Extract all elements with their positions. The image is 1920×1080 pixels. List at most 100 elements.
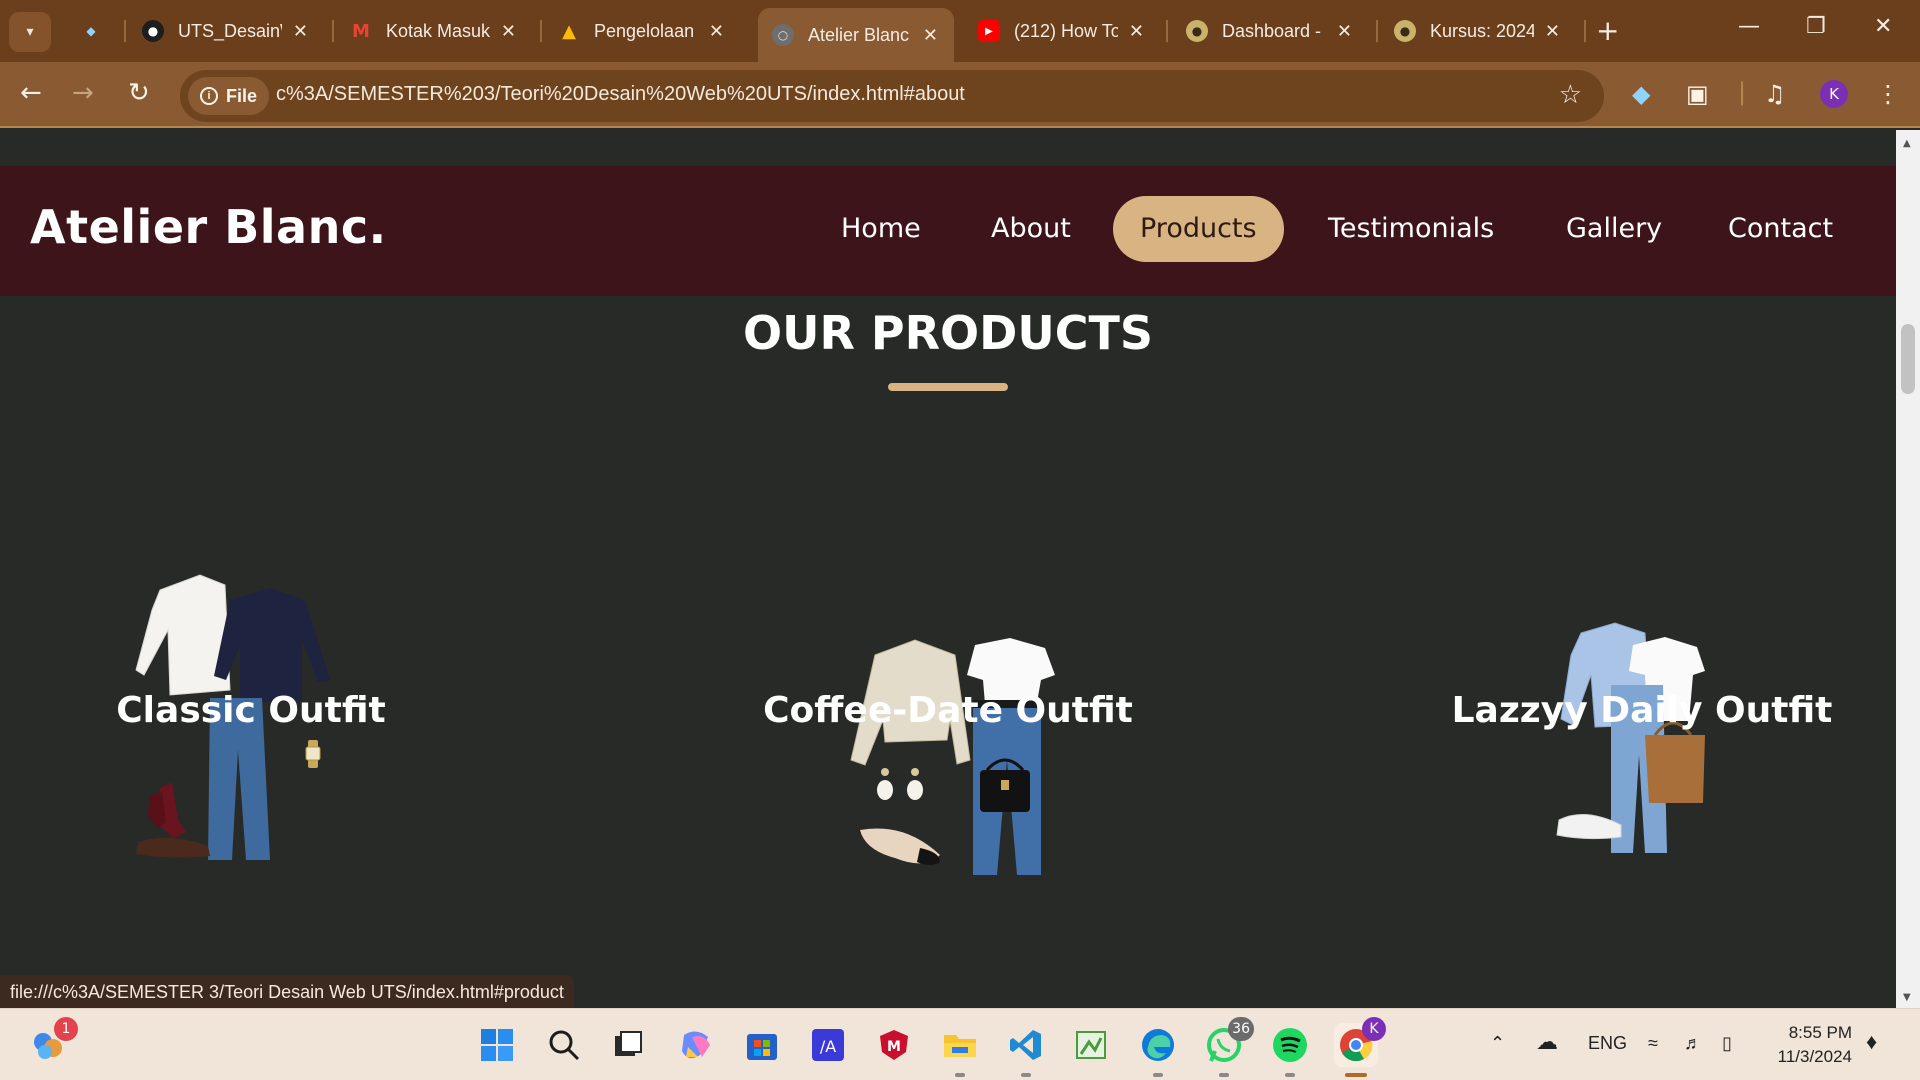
close-icon[interactable]: ✕: [293, 21, 308, 42]
lazzyy-daily-outfit-image[interactable]: [1555, 615, 1735, 855]
coffee-date-outfit-image[interactable]: [845, 630, 1065, 880]
extension-diamond-icon[interactable]: ◆: [1632, 80, 1650, 108]
page-scrollbar[interactable]: ▲ ▼: [1896, 130, 1920, 1008]
wifi-icon[interactable]: ≈: [1648, 1033, 1658, 1054]
tab-7[interactable]: ● Kursus: 2024 ✕: [1380, 8, 1576, 54]
volume-icon[interactable]: ♬: [1684, 1033, 1702, 1054]
tab-title: Kotak Masuk: [386, 20, 490, 41]
restore-icon[interactable]: ❐: [1806, 14, 1826, 39]
running-indicator: [1021, 1073, 1031, 1077]
tab-title: Atelier Blanc: [808, 24, 910, 45]
nav-link-gallery[interactable]: Gallery: [1539, 196, 1689, 262]
university-icon: ●: [1186, 20, 1208, 42]
site-navbar: Atelier Blanc. Home About Products Testi…: [0, 166, 1896, 296]
battery-icon[interactable]: ▯: [1722, 1033, 1732, 1054]
tab-separator: [1376, 20, 1378, 42]
nav-link-about[interactable]: About: [964, 196, 1098, 262]
site-info-chip[interactable]: i File: [188, 77, 270, 115]
reload-icon[interactable]: ↻: [128, 78, 150, 108]
back-arrow-icon[interactable]: ←: [20, 78, 42, 108]
product-name: Coffee-Date Outfit: [763, 690, 1133, 731]
tab-2[interactable]: M Kotak Masuk ✕: [336, 8, 532, 54]
info-icon: i: [200, 87, 218, 105]
search-icon[interactable]: [542, 1023, 586, 1067]
windows-start-icon[interactable]: [475, 1023, 519, 1067]
tab-3[interactable]: ▲ Pengelolaan ✕: [544, 8, 740, 54]
pinned-tab[interactable]: ◆: [66, 8, 126, 54]
close-icon[interactable]: ✕: [1129, 21, 1144, 42]
tab-title: (212) How To: [1014, 20, 1118, 41]
spotify-icon[interactable]: [1268, 1023, 1312, 1077]
profile-avatar[interactable]: K: [1820, 80, 1848, 108]
nav-link-testimonials[interactable]: Testimonials: [1301, 196, 1521, 262]
chrome-icon[interactable]: K: [1334, 1017, 1386, 1077]
window-close-icon[interactable]: ✕: [1874, 14, 1892, 39]
nav-link-home[interactable]: Home: [814, 196, 948, 262]
paint-app-icon[interactable]: [1070, 1023, 1114, 1067]
file-label: File: [226, 85, 258, 106]
close-icon[interactable]: ✕: [1337, 21, 1352, 42]
notification-bell-icon[interactable]: ♦: [1866, 1029, 1877, 1055]
tab-title: UTS_DesainW: [178, 20, 282, 41]
web-page-viewport: Atelier Blanc. Home About Products Testi…: [0, 130, 1896, 1008]
mcafee-icon[interactable]: M: [872, 1023, 916, 1067]
tab-1[interactable]: ● UTS_DesainW ✕: [128, 8, 324, 54]
tab-4-active[interactable]: ○ Atelier Blanc ✕: [758, 8, 954, 62]
clock-date: 11/3/2024: [1777, 1047, 1852, 1066]
vscode-icon[interactable]: [1004, 1023, 1048, 1077]
extensions-puzzle-icon[interactable]: ▣: [1686, 80, 1709, 108]
forward-arrow-icon[interactable]: →: [72, 78, 94, 108]
task-view-icon[interactable]: [606, 1023, 650, 1067]
bookmark-star-icon[interactable]: ☆: [1559, 80, 1582, 110]
tab-separator: [332, 20, 334, 42]
products-section-title: OUR PRODUCTS: [743, 306, 1153, 360]
nav-link-products[interactable]: Products: [1113, 196, 1284, 262]
address-bar[interactable]: i File c%3A/SEMESTER%203/Teori%20Desain%…: [180, 70, 1604, 122]
whatsapp-unread-badge: 36: [1228, 1017, 1254, 1041]
tab-separator: [1166, 20, 1168, 42]
svg-text:M: M: [887, 1039, 901, 1055]
running-indicator: [955, 1073, 965, 1077]
browser-toolbar: ← → ↻ i File c%3A/SEMESTER%203/Teori%20D…: [0, 62, 1920, 128]
scroll-up-arrow-icon[interactable]: ▲: [1903, 138, 1911, 149]
system-clock[interactable]: 8:55 PM 11/3/2024: [1770, 1021, 1852, 1069]
link-status-bubble: file:///c%3A/SEMESTER 3/Teori Desain Web…: [0, 975, 574, 1009]
media-control-icon[interactable]: ♫: [1764, 80, 1786, 108]
ai-app-icon[interactable]: /A: [806, 1023, 850, 1067]
running-indicator: [1219, 1073, 1229, 1077]
close-icon[interactable]: ✕: [1545, 21, 1560, 42]
url-text[interactable]: c%3A/SEMESTER%203/Teori%20Desain%20Web%2…: [276, 83, 965, 106]
nav-link-contact[interactable]: Contact: [1701, 196, 1860, 262]
close-icon[interactable]: ✕: [709, 21, 724, 42]
language-indicator[interactable]: ENG: [1588, 1033, 1627, 1054]
tab-title: Dashboard -: [1222, 20, 1322, 41]
copilot-icon[interactable]: [674, 1023, 718, 1067]
minimize-icon[interactable]: —: [1738, 14, 1760, 39]
active-indicator: [1345, 1073, 1367, 1077]
tray-chevron-up-icon[interactable]: ⌃: [1490, 1033, 1505, 1054]
tab-6[interactable]: ● Dashboard - ✕: [1172, 8, 1368, 54]
site-logo[interactable]: Atelier Blanc.: [30, 200, 387, 254]
microsoft-store-icon[interactable]: [740, 1023, 784, 1067]
scrollbar-thumb[interactable]: [1901, 324, 1915, 394]
notification-badge: 1: [54, 1017, 78, 1041]
new-tab-plus-icon[interactable]: +: [1596, 14, 1619, 47]
edge-icon[interactable]: [1136, 1023, 1180, 1077]
chrome-profile-badge: K: [1362, 1017, 1386, 1041]
close-icon[interactable]: ✕: [923, 25, 938, 46]
tab-separator: [1584, 20, 1586, 42]
onedrive-cloud-icon[interactable]: ☁: [1536, 1029, 1558, 1055]
whatsapp-icon[interactable]: 36: [1202, 1017, 1254, 1077]
drive-icon: ▲: [562, 20, 576, 42]
running-indicator: [1285, 1073, 1295, 1077]
github-icon: ●: [142, 20, 164, 42]
widgets-icon[interactable]: 1: [26, 1017, 78, 1067]
close-icon[interactable]: ✕: [501, 21, 516, 42]
diamond-icon: ◆: [86, 24, 96, 38]
tab-5[interactable]: ▶ (212) How To ✕: [964, 8, 1160, 54]
menu-kebab-icon[interactable]: ⋮: [1876, 80, 1900, 108]
svg-text:/A: /A: [820, 1037, 836, 1056]
file-explorer-icon[interactable]: [938, 1023, 982, 1077]
tab-search-button[interactable]: ▾: [9, 12, 51, 52]
scroll-down-arrow-icon[interactable]: ▼: [1903, 992, 1911, 1003]
